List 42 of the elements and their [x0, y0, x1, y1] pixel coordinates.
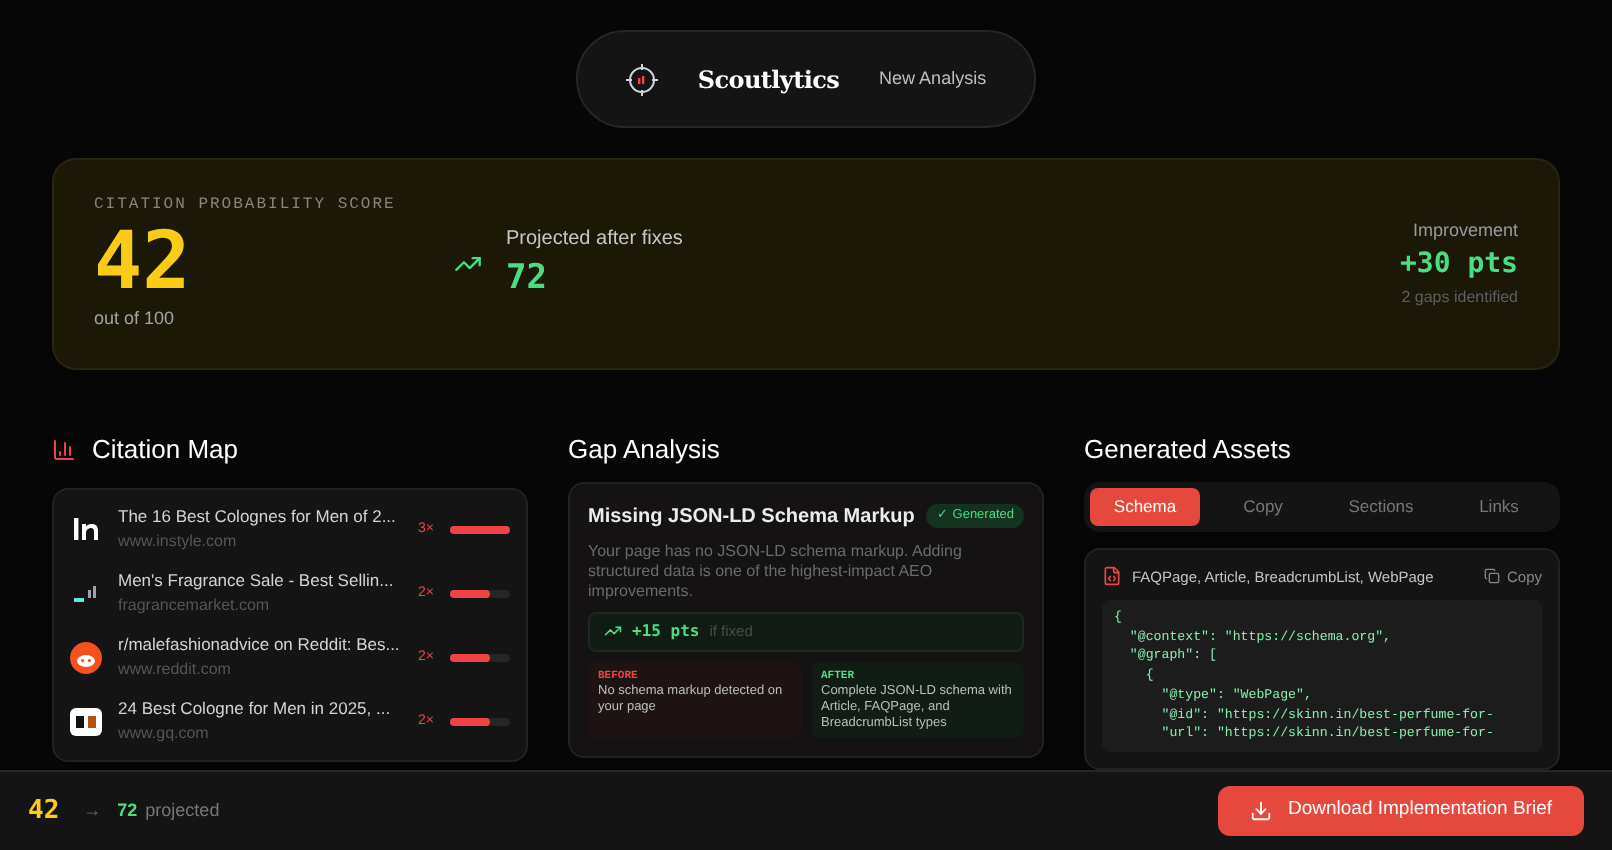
citation-title: r/malefashionadvice on Reddit: Bes...: [118, 632, 400, 659]
citation-domain: www.gq.com: [118, 722, 211, 747]
citation-title: The 16 Best Colognes for Men of 2...: [118, 504, 396, 531]
crosshair-icon: [625, 63, 658, 95]
new-analysis-link[interactable]: New Analysis: [879, 65, 987, 93]
alien-face-icon: [70, 641, 102, 674]
footer-projected: 72: [117, 797, 138, 824]
asset-tab[interactable]: Copy: [1208, 487, 1318, 526]
gap-title: Missing JSON-LD Schema Markup: [588, 503, 915, 532]
file-code-icon: [1102, 566, 1122, 587]
brand-name: Scoutlytics: [697, 63, 840, 97]
download-brief-button[interactable]: Download Implementation Brief: [1217, 786, 1584, 836]
gaps-count: 2 gaps identified: [1401, 286, 1518, 311]
asset-tab[interactable]: Sections: [1326, 487, 1436, 526]
copy-icon: [1484, 568, 1501, 585]
improvement-label: Improvement: [1412, 217, 1518, 244]
score-value: 42: [94, 218, 193, 307]
rounded-square-logo-icon: [70, 707, 102, 736]
score-label: CITATION PROBABILITY SCORE: [94, 194, 398, 219]
footer-arrow: →: [83, 797, 102, 824]
in-letters-logo-icon: [74, 518, 98, 541]
download-icon: [1249, 800, 1272, 822]
section-title: Citation Map: [92, 431, 238, 468]
improvement-value: +30 pts: [1399, 246, 1518, 285]
gap-description: Your page has no JSON-LD schema markup. Adding structured data is one of the highest-impact AEO improvements.: [588, 541, 964, 602]
projected-value: 72: [506, 255, 549, 302]
footer-projected-label: projected: [145, 797, 220, 824]
section-title: Generated Assets: [1084, 431, 1293, 462]
trend-up-icon: [604, 622, 622, 641]
footer-score: 42: [28, 793, 60, 830]
asset-tab[interactable]: Links: [1444, 487, 1554, 526]
citation-domain: fragrancemarket.com: [118, 594, 272, 619]
score-out-of: out of 100: [94, 306, 177, 333]
projected-label: Projected after fixes: [506, 225, 683, 254]
bar-chart-icon: [52, 437, 76, 462]
citation-domain: www.reddit.com: [118, 658, 233, 683]
citation-title: Men's Fragrance Sale - Best Sellin...: [118, 568, 394, 595]
gain-value: +15 pts: [632, 619, 700, 644]
asset-tab[interactable]: Schema: [1090, 487, 1200, 526]
citation-domain: www.instyle.com: [118, 530, 239, 555]
section-title: Gap Analysis: [568, 431, 722, 462]
citation-title: 24 Best Cologne for Men in 2025, ...: [118, 696, 391, 723]
